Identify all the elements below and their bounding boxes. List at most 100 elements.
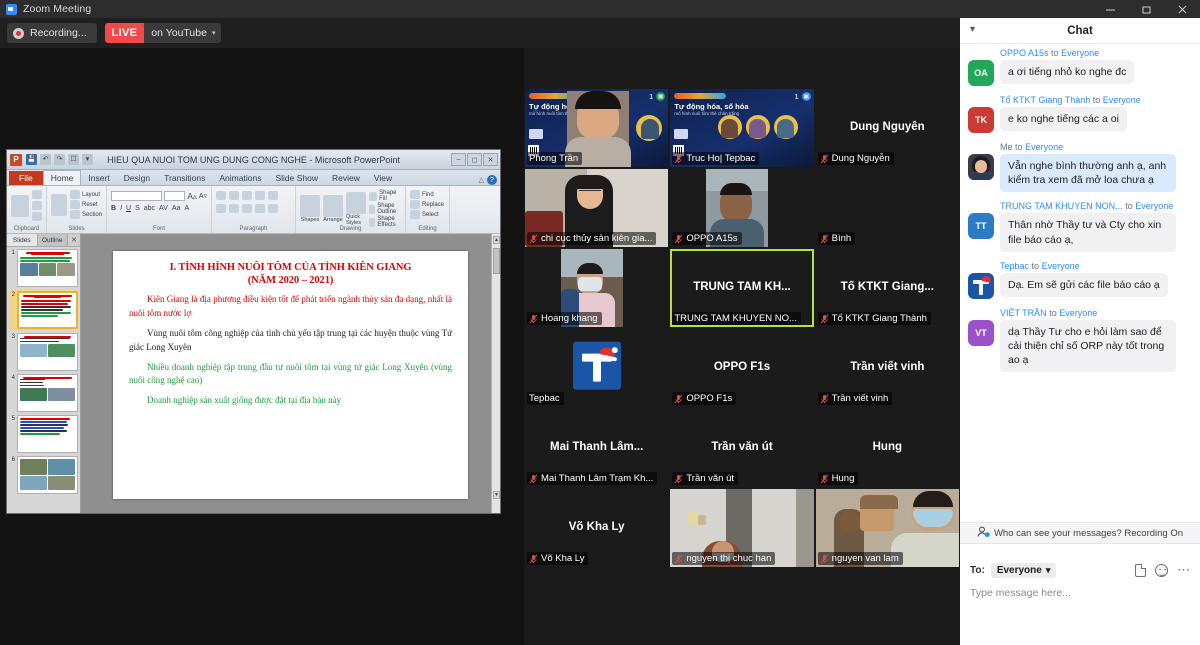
live-stream-control[interactable]: LIVE on YouTube ▾ xyxy=(104,23,222,43)
chat-input[interactable]: Type message here... xyxy=(960,583,1200,645)
participant-tile[interactable]: Tổ KTKT Giang... Tổ KTKT Giang Thành xyxy=(815,249,959,327)
chat-message-list[interactable]: OPPO A15s to Everyone OA a ơi tiếng nhỏ … xyxy=(960,44,1200,549)
decrease-indent-icon[interactable] xyxy=(242,191,252,200)
ribbon-tab-file[interactable]: File xyxy=(9,171,43,185)
format-painter-icon[interactable] xyxy=(32,212,42,221)
copy-icon[interactable] xyxy=(32,201,42,210)
change-case-icon[interactable]: Aa xyxy=(172,205,181,212)
bullets-icon[interactable] xyxy=(216,191,226,200)
file-icon[interactable] xyxy=(1135,563,1146,577)
tab-outline[interactable]: Outline xyxy=(37,234,68,246)
participant-tile[interactable]: nguyen thị chuc han xyxy=(670,489,814,567)
font-family-select[interactable] xyxy=(111,191,162,201)
select-icon[interactable] xyxy=(410,210,420,219)
strikethrough-icon[interactable]: abc xyxy=(144,205,155,212)
minimize-icon[interactable] xyxy=(1092,0,1128,18)
quick-styles-icon[interactable] xyxy=(346,192,366,214)
grow-font-icon[interactable]: A▵ xyxy=(187,192,196,201)
participant-tile[interactable]: nguyen van lam xyxy=(815,489,959,567)
chat-sender[interactable]: Tổ KTKT Giang Thành xyxy=(1000,95,1090,105)
minimize-ribbon-icon[interactable]: △ xyxy=(479,176,484,184)
align-left-icon[interactable] xyxy=(216,204,226,213)
chat-sender[interactable]: Tepbac xyxy=(1000,261,1029,271)
ribbon-tab-transitions[interactable]: Transitions xyxy=(157,171,212,185)
thumbnail-list[interactable]: 1 2 3 4 5 6 xyxy=(7,247,80,513)
chat-sender[interactable]: TRUNG TAM KHUYEN NON... xyxy=(1000,201,1123,211)
chat-sender[interactable]: OPPO A15s xyxy=(1000,48,1049,58)
undo-icon[interactable]: ↶ xyxy=(40,154,51,165)
increase-indent-icon[interactable] xyxy=(255,191,265,200)
chat-recipient-select[interactable]: Everyone ▾ xyxy=(990,562,1057,578)
italic-icon[interactable]: I xyxy=(120,205,122,212)
participant-tile[interactable]: OPPO F1s OPPO F1s xyxy=(670,329,814,407)
font-color-icon[interactable]: A xyxy=(184,205,189,212)
scroll-up-icon[interactable]: ▲ xyxy=(493,236,500,244)
emoji-icon[interactable] xyxy=(1155,563,1168,577)
cut-icon[interactable] xyxy=(32,190,42,199)
layout-icon[interactable] xyxy=(69,190,80,199)
current-slide[interactable]: I. TÌNH HÌNH NUÔI TÔM CỦA TỈNH KIÊN GIAN… xyxy=(113,250,468,499)
numbering-icon[interactable] xyxy=(229,191,239,200)
save-icon[interactable]: 💾 xyxy=(26,154,37,165)
participant-tile[interactable]: chi cục thủy sản kiên gia... xyxy=(525,169,669,247)
help-icon[interactable]: ? xyxy=(487,175,497,185)
ppt-restore-icon[interactable]: ◻ xyxy=(467,153,482,166)
close-icon[interactable]: ✕ xyxy=(68,234,80,246)
ribbon-tab-view[interactable]: View xyxy=(367,171,399,185)
customize-icon[interactable]: ▾ xyxy=(82,154,93,165)
slide-thumbnail[interactable]: 3 xyxy=(9,333,78,371)
live-destination[interactable]: on YouTube ▾ xyxy=(144,23,222,43)
shadow-icon[interactable]: S xyxy=(135,205,140,212)
chat-sender[interactable]: VIỆT TRẦN xyxy=(1000,308,1047,318)
new-slide-icon[interactable] xyxy=(51,193,67,216)
ribbon-tab-review[interactable]: Review xyxy=(325,171,367,185)
section-icon[interactable] xyxy=(69,210,80,219)
replace-icon[interactable] xyxy=(410,200,420,209)
participant-tile[interactable]: Dung Nguyễn Dung Nguyễn xyxy=(815,89,959,167)
columns-icon[interactable] xyxy=(268,204,278,213)
tab-slides[interactable]: Slides xyxy=(7,234,38,246)
chevron-down-icon[interactable]: ▾ xyxy=(970,24,975,35)
shape-outline-icon[interactable] xyxy=(369,204,376,214)
justify-icon[interactable] xyxy=(255,204,265,213)
line-spacing-icon[interactable] xyxy=(268,191,278,200)
close-icon[interactable] xyxy=(1164,0,1200,18)
participant-tile[interactable]: Trần viết vinh Trần viết vinh xyxy=(815,329,959,407)
ribbon-tab-insert[interactable]: Insert xyxy=(81,171,116,185)
redo-icon[interactable]: ↷ xyxy=(54,154,65,165)
ribbon-tab-slide-show[interactable]: Slide Show xyxy=(268,171,325,185)
slide-editing-pane[interactable]: I. TÌNH HÌNH NUÔI TÔM CỦA TỈNH KIÊN GIAN… xyxy=(81,234,500,513)
new-icon[interactable]: ☐ xyxy=(68,154,79,165)
participant-tile[interactable]: Tepbac xyxy=(525,329,669,407)
shrink-font-icon[interactable]: A▿ xyxy=(199,192,207,200)
slide-thumbnail[interactable]: 5 xyxy=(9,415,78,453)
ribbon-tab-animations[interactable]: Animations xyxy=(212,171,268,185)
participant-tile[interactable]: Võ Kha Ly Võ Kha Ly xyxy=(525,489,669,567)
chat-privacy-notice[interactable]: Who can see your messages? Recording On xyxy=(960,522,1200,544)
scrollbar-thumb[interactable] xyxy=(493,248,500,274)
slide-thumbnail[interactable]: 2 xyxy=(9,290,78,330)
ppt-minimize-icon[interactable]: – xyxy=(451,153,466,166)
participant-tile[interactable]: Bình xyxy=(815,169,959,247)
participant-tile[interactable]: Trần văn út Trần văn út xyxy=(670,409,814,487)
ribbon-tab-home[interactable]: Home xyxy=(42,170,82,185)
shape-fill-icon[interactable] xyxy=(369,191,378,201)
arrange-icon[interactable] xyxy=(323,195,343,217)
participant-tile[interactable]: Mai Thanh Lâm... Mai Thanh Lâm Trạm Kh..… xyxy=(525,409,669,487)
ppt-close-icon[interactable]: ✕ xyxy=(483,153,498,166)
maximize-icon[interactable] xyxy=(1128,0,1164,18)
paste-icon[interactable] xyxy=(11,194,29,217)
shapes-icon[interactable] xyxy=(300,195,320,217)
scroll-down-icon[interactable]: ▼ xyxy=(493,491,500,499)
bold-icon[interactable]: B xyxy=(111,205,116,212)
participant-tile[interactable]: OPPO A15s xyxy=(670,169,814,247)
font-size-select[interactable] xyxy=(163,191,186,201)
slide-pane-scrollbar[interactable]: ▲ ▼ xyxy=(491,234,500,513)
find-icon[interactable] xyxy=(410,190,420,199)
slide-thumbnail[interactable]: 1 xyxy=(9,249,78,287)
align-right-icon[interactable] xyxy=(242,204,252,213)
participant-tile-active-speaker[interactable]: TRUNG TAM KH... TRUNG TAM KHUYEN NO... xyxy=(670,249,814,327)
ribbon-tab-design[interactable]: Design xyxy=(117,171,157,185)
slide-thumbnail[interactable]: 4 xyxy=(9,374,78,412)
more-icon[interactable]: ⋯ xyxy=(1177,563,1190,576)
